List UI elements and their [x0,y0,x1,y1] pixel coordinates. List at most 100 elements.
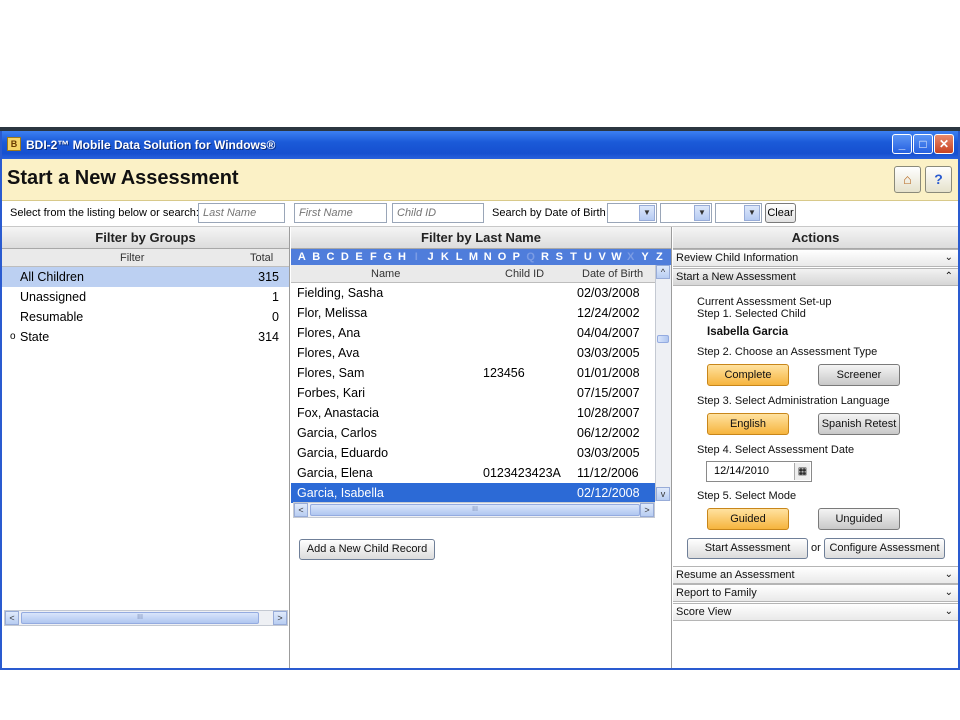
name-column-header[interactable]: Name [371,268,400,280]
letter-filter-l[interactable]: L [452,249,466,265]
total-column-header[interactable]: Total [250,252,273,264]
names-horizontal-scrollbar[interactable]: < III > [293,502,655,518]
child-row[interactable]: Flor, Melissa 12/24/2002 [291,303,655,323]
maximize-button[interactable]: □ [913,134,933,154]
last-name-input[interactable] [198,203,285,223]
child-row[interactable]: Flores, Ana 04/04/2007 [291,323,655,343]
child-row[interactable]: Flores, Ava 03/03/2005 [291,343,655,363]
screener-type-button[interactable]: Screener [818,364,900,386]
letter-filter-c[interactable]: C [324,249,338,265]
letter-filter-g[interactable]: G [381,249,395,265]
child-row[interactable]: Garcia, Elena 0123423423A 11/12/2006 [291,463,655,483]
child-row[interactable]: Fox, Anastacia 10/28/2007 [291,403,655,423]
scroll-right-icon[interactable]: > [640,503,654,517]
letter-filter-k[interactable]: K [438,249,452,265]
scroll-left-icon[interactable]: < [5,611,19,625]
child-row[interactable]: Garcia, Carlos 06/12/2002 [291,423,655,443]
page-title: Start a New Assessment [7,167,239,189]
letter-filter-w[interactable]: W [610,249,624,265]
filter-column-header[interactable]: Filter [120,252,144,264]
expand-node-icon[interactable]: o [10,327,16,347]
group-row[interactable]: o State 314 [2,327,289,347]
app-window: B BDI-2™ Mobile Data Solution for Window… [0,131,960,670]
chevron-down-icon: ▼ [639,205,655,221]
names-list: Fielding, Sasha 02/03/2008 Flor, Melissa 12… [291,283,655,503]
letter-filter-p[interactable]: P [509,249,523,265]
group-row[interactable]: Resumable 0 [2,307,289,327]
names-vertical-scrollbar[interactable]: ^ v [655,265,671,501]
child-id-input[interactable] [392,203,484,223]
dob-year-select[interactable]: ▼ [715,203,762,223]
unguided-mode-button[interactable]: Unguided [818,508,900,530]
letter-filter-m[interactable]: M [467,249,481,265]
complete-type-button[interactable]: Complete [707,364,789,386]
child-row[interactable]: Flores, Sam 123456 01/01/2008 [291,363,655,383]
review-child-section[interactable]: Review Child Information ⌄ [673,249,958,267]
group-label: All Children [20,270,84,284]
add-child-record-button[interactable]: Add a New Child Record [299,539,435,560]
child-row[interactable]: Garcia, Eduardo 03/03/2005 [291,443,655,463]
start-assessment-button[interactable]: Start Assessment [687,538,808,559]
letter-filter-a[interactable]: A [295,249,309,265]
guided-mode-button[interactable]: Guided [707,508,789,530]
score-view-section[interactable]: Score View ⌄ [673,603,958,621]
dob-column-header[interactable]: Date of Birth [582,268,643,280]
first-name-input[interactable] [294,203,387,223]
child-row[interactable]: Garcia, Isabella 02/12/2008 [291,483,655,503]
resume-assessment-section[interactable]: Resume an Assessment ⌄ [673,566,958,584]
selected-child-name: Isabella Garcia [707,326,789,338]
scroll-thumb[interactable]: III [21,612,259,624]
letter-filter-n[interactable]: N [481,249,495,265]
scroll-left-icon[interactable]: < [294,503,308,517]
child-id-column-header[interactable]: Child ID [505,268,544,280]
letter-filter-d[interactable]: D [338,249,352,265]
letter-filter-e[interactable]: E [352,249,366,265]
child-name: Fox, Anastacia [297,406,379,420]
letter-filter-x[interactable]: X [624,249,638,265]
letter-filter-b[interactable]: B [309,249,323,265]
dob-day-select[interactable]: ▼ [660,203,712,223]
letter-filter-v[interactable]: V [595,249,609,265]
letter-filter-u[interactable]: U [581,249,595,265]
child-dob: 12/24/2002 [577,306,640,320]
configure-assessment-button[interactable]: Configure Assessment [824,538,945,559]
child-row[interactable]: Forbes, Kari 07/15/2007 [291,383,655,403]
child-dob: 03/03/2005 [577,446,640,460]
minimize-button[interactable]: _ [892,134,912,154]
scroll-up-icon[interactable]: ^ [656,265,670,279]
letter-filter-t[interactable]: T [567,249,581,265]
letter-filter-f[interactable]: F [366,249,380,265]
letter-filter-s[interactable]: S [552,249,566,265]
english-language-button[interactable]: English [707,413,789,435]
report-to-family-section[interactable]: Report to Family ⌄ [673,584,958,602]
close-button[interactable]: ✕ [934,134,954,154]
letter-filter-r[interactable]: R [538,249,552,265]
scroll-down-icon[interactable]: v [656,487,670,501]
clear-button[interactable]: Clear [765,203,796,223]
child-row[interactable]: Fielding, Sasha 02/03/2008 [291,283,655,303]
scroll-thumb[interactable] [657,335,669,343]
chevron-down-icon: ▼ [744,205,760,221]
step-5-label: Step 5. Select Mode [697,490,797,502]
start-assessment-section[interactable]: Start a New Assessment ⌃ [673,268,958,286]
assessment-date-field[interactable]: 12/14/2010 ▦ [706,461,812,482]
letter-filter-o[interactable]: O [495,249,509,265]
calendar-icon[interactable]: ▦ [794,463,810,480]
group-row[interactable]: All Children 315 [2,267,289,287]
letter-filter-z[interactable]: Z [652,249,666,265]
group-row[interactable]: Unassigned 1 [2,287,289,307]
scroll-right-icon[interactable]: > [273,611,287,625]
group-label: State [20,330,50,344]
home-icon[interactable]: ⌂ [894,166,921,193]
letter-filter-y[interactable]: Y [638,249,652,265]
spanish-retest-button[interactable]: Spanish Retest [818,413,900,435]
help-icon[interactable]: ? [925,166,952,193]
letter-filter-j[interactable]: J [424,249,438,265]
letter-filter-i[interactable]: I [409,249,423,265]
title-bar[interactable]: B BDI-2™ Mobile Data Solution for Window… [2,131,958,159]
letter-filter-h[interactable]: H [395,249,409,265]
dob-month-select[interactable]: ▼ [607,203,657,223]
scroll-thumb[interactable]: III [310,504,640,516]
letter-filter-q[interactable]: Q [524,249,538,265]
groups-horizontal-scrollbar[interactable]: < III > [4,610,288,626]
